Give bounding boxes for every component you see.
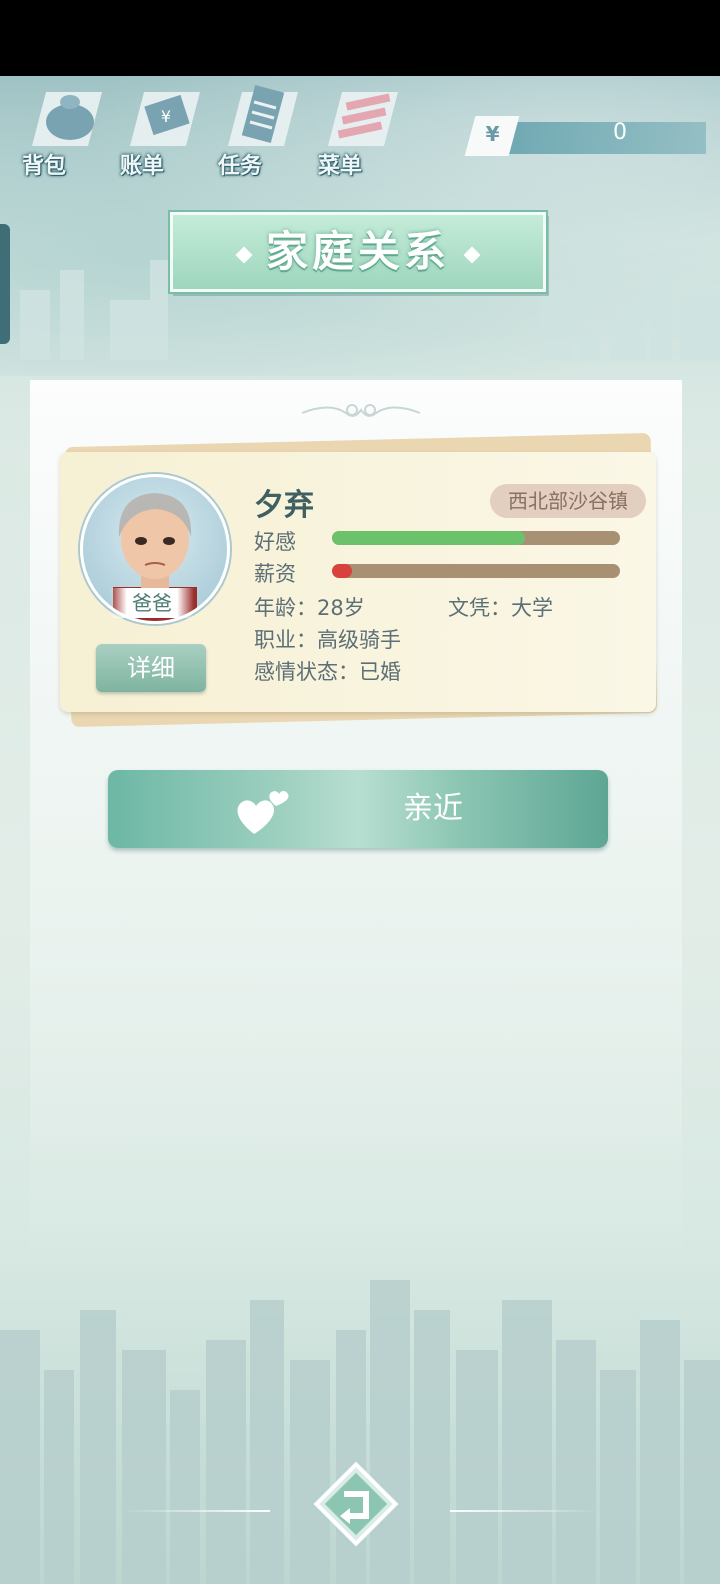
bag-icon	[32, 92, 102, 146]
member-education: 文凭：大学	[448, 596, 553, 620]
task-icon	[228, 85, 298, 146]
yen-icon: ¥	[464, 116, 520, 156]
toolbar-bill-label: 账单	[120, 154, 165, 179]
heart-icon	[237, 791, 289, 834]
favor-bar-fill	[332, 531, 525, 545]
page-title: 家庭关系	[265, 227, 450, 276]
detail-button[interactable]: 详细	[96, 644, 206, 692]
page-title-banner: 家庭关系	[170, 212, 546, 292]
diamond-icon	[463, 246, 481, 263]
decorative-line-right	[450, 1510, 600, 1512]
location-badge: 西北部沙谷镇	[490, 484, 646, 518]
favor-label: 好感	[254, 530, 296, 554]
member-age: 年龄：28岁	[254, 596, 365, 620]
approach-label: 亲近	[403, 791, 463, 826]
currency-value: 0	[613, 120, 627, 145]
status-bar	[0, 0, 720, 76]
member-name: 夕弃	[254, 488, 314, 523]
toolbar-task-label: 任务	[218, 154, 263, 179]
salary-bar-fill	[332, 564, 353, 578]
relation-label: 爸爸	[110, 588, 194, 618]
side-drawer-handle[interactable]	[0, 224, 10, 344]
member-job: 职业：高级骑手	[254, 628, 401, 652]
currency-display: ¥ 0	[460, 116, 710, 158]
toolbar-bag-label: 背包	[22, 154, 67, 179]
decorative-line-left	[120, 1510, 270, 1512]
toolbar-bag[interactable]: 背包	[22, 84, 112, 180]
back-arrow-icon	[313, 1461, 399, 1547]
toolbar-menu[interactable]: 菜单	[318, 84, 408, 180]
toolbar-task[interactable]: 任务	[218, 84, 308, 180]
approach-button[interactable]: 亲近	[108, 770, 608, 848]
diamond-icon	[235, 246, 253, 263]
ornament-flourish	[301, 404, 421, 417]
toolbar-menu-label: 菜单	[318, 154, 363, 179]
salary-label: 薪资	[254, 562, 296, 586]
salary-bar	[332, 564, 620, 578]
member-marital-status: 感情状态：已婚	[254, 660, 401, 684]
bill-icon: ¥	[130, 92, 200, 146]
favor-bar	[332, 531, 620, 545]
toolbar-bill[interactable]: ¥ 账单	[120, 84, 210, 180]
back-button[interactable]	[310, 1458, 402, 1550]
menu-icon	[328, 92, 398, 146]
svg-text:¥: ¥	[161, 107, 171, 126]
